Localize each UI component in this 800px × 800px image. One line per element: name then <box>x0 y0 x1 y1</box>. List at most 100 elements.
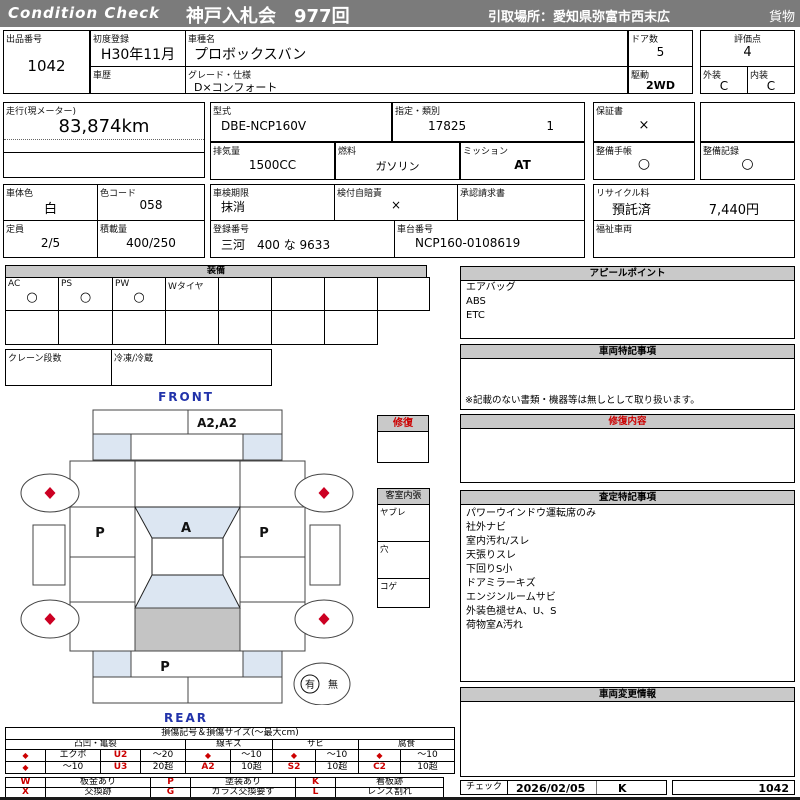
check-divider <box>596 781 597 794</box>
legend-cell: 10超 <box>230 761 273 774</box>
equipment-ps-label: PS <box>61 279 72 289</box>
equipment-ac-label: AC <box>8 279 20 289</box>
maintenance-record-value: ○ <box>701 156 794 172</box>
front-left-corner <box>93 434 131 460</box>
equipment-pw-label: PW <box>115 279 129 289</box>
legend-code-u3: U3 <box>100 761 141 774</box>
approval-request-box: 承認請求書 <box>457 184 585 221</box>
vehicle-change-title: 車両変更情報 <box>461 688 794 702</box>
drive-value: 2WD <box>629 79 692 92</box>
recycle-fee-box: リサイクル料 預託済 7,440円 <box>593 184 795 221</box>
repair-detail-title: 修復内容 <box>461 415 794 429</box>
top-header-bar: Condition Check 神戸入札会 977回 引取場所：愛知県弥富市西末… <box>0 0 800 27</box>
check-date-box: 2026/02/05 K <box>507 780 667 795</box>
registration-number-box: 登録番号 三河 400 な 9633 <box>210 220 395 258</box>
repair-flag-title: 修復 <box>378 416 428 432</box>
appeal-points-panel: アピールポイント エアバッグ ABS ETC <box>460 266 795 339</box>
maintenance-record-box: 整備記録 ○ <box>700 142 795 180</box>
appeal-line: ETC <box>461 309 794 323</box>
displacement-box: 排気量 1500CC <box>210 142 335 180</box>
cabin-lining-box: 客室内張 ヤブレ 穴 コゲ <box>377 488 430 608</box>
cabin-row-tear: ヤブレ <box>378 505 429 542</box>
lot-number-value: 1042 <box>4 57 89 75</box>
rear-label: REAR <box>126 711 246 725</box>
right-door-damage-note: P <box>259 526 269 541</box>
exterior-grade-value: C <box>701 79 747 93</box>
transmission-label: ミッション <box>463 144 508 157</box>
front-bumper-damage-note: A2,A2 <box>197 416 237 430</box>
assessment-line: ドアミラーキズ <box>461 577 794 591</box>
body-color-box: 車体色 白 <box>3 184 98 221</box>
equipment-cell-empty <box>218 277 272 311</box>
odometer-extra-box <box>3 152 205 178</box>
model-name-value: プロボックスバン <box>194 44 306 64</box>
cabin-row-burn: コゲ <box>378 579 429 614</box>
car-damage-diagram: A2,A2 P P A P 有 無 <box>0 405 360 705</box>
doors-label: ドア数 <box>631 32 658 45</box>
equipment-wtire-label: Wタイヤ <box>168 279 204 292</box>
cabin-row-hole: 穴 <box>378 542 429 579</box>
rear-window <box>135 575 240 608</box>
equipment-cell-empty <box>324 310 378 345</box>
model-name-box: 車種名 プロボックスバン <box>185 30 628 67</box>
fuel-value: ガソリン <box>336 158 459 174</box>
displacement-value: 1500CC <box>211 158 334 172</box>
first-registration-box: 初度登録 H30年11月 <box>90 30 186 67</box>
equipment-cell-ac: AC ○ <box>5 277 59 311</box>
history-box: 車歴 <box>90 66 186 94</box>
equipment-cell-empty <box>5 310 59 345</box>
score-label: 評価点 <box>701 32 794 45</box>
condition-check-logo: Condition Check <box>8 4 160 22</box>
vehicle-change-panel: 車両変更情報 <box>460 687 795 777</box>
equipment-cell-wtire: Wタイヤ <box>165 277 219 311</box>
warranty-label: 保証書 <box>596 104 623 117</box>
crane-stages-label: クレーン段数 <box>8 351 62 364</box>
assessment-line: 天張りスレ <box>461 549 794 563</box>
type-class-box: 指定・類別 17825 1 <box>392 102 585 142</box>
score-value: 4 <box>701 45 794 60</box>
condition-check-sheet: Condition Check 神戸入札会 977回 引取場所：愛知県弥富市西末… <box>0 0 800 800</box>
recycle-fee-label: リサイクル料 <box>596 186 650 199</box>
legend-cell: 20超 <box>140 761 186 774</box>
doors-box: ドア数 5 <box>628 30 693 67</box>
check-lot-box: 1042 <box>672 780 795 795</box>
load-capacity-value: 400/250 <box>98 236 204 250</box>
cargo-area <box>135 608 240 651</box>
equipment-cell-pw: PW ○ <box>112 277 166 311</box>
interior-grade-box: 内装 C <box>747 66 795 94</box>
crane-stages-box: クレーン段数 <box>5 349 112 386</box>
equipment-pw-value: ○ <box>113 290 165 305</box>
load-capacity-box: 積載量 400/250 <box>97 220 205 258</box>
first-registration-value: H30年11月 <box>91 44 185 64</box>
approval-request-label: 承認請求書 <box>460 186 505 199</box>
appeal-line: ABS <box>461 295 794 309</box>
left-door-damage-note: P <box>95 526 105 541</box>
assessment-line: パワーウインドウ運転席のみ <box>461 507 794 521</box>
model-code-label: 型式 <box>213 104 231 117</box>
registration-number-value: 三河 400 な 9633 <box>221 236 330 253</box>
lot-number-label: 出品番号 <box>6 32 42 45</box>
roof <box>152 538 223 575</box>
color-code-value: 058 <box>98 198 204 212</box>
grade-value: D×コンフォート <box>194 79 277 95</box>
displacement-label: 排気量 <box>213 144 240 157</box>
registration-number-label: 登録番号 <box>213 222 249 235</box>
windshield-damage-note: A <box>181 521 191 536</box>
auction-title: 神戸入札会 977回 <box>186 2 350 28</box>
class-number-value: 1 <box>546 119 554 133</box>
chassis-number-value: NCP160-0108619 <box>415 236 520 250</box>
assessment-line: 社外ナビ <box>461 521 794 535</box>
chassis-number-label: 車台番号 <box>397 222 433 235</box>
recycle-status-value: 預託済 <box>612 199 651 218</box>
rear-right-corner <box>243 651 282 677</box>
vehicle-notes-panel: 車両特記事項 ※記載のない書類・機器等は無しとして取り扱います。 <box>460 344 795 410</box>
left-side-step <box>33 525 65 585</box>
legend-cell: 〜10 <box>45 761 101 774</box>
right-side-step <box>310 525 340 585</box>
welfare-vehicle-label: 福祉車両 <box>596 222 632 235</box>
check-lot-value: 1042 <box>758 782 789 795</box>
equipment-cell-empty <box>218 310 272 345</box>
capacity-box: 定員 2/5 <box>3 220 98 258</box>
rear-panel-damage-note: P <box>160 660 170 675</box>
type-number-value: 17825 <box>428 119 466 133</box>
